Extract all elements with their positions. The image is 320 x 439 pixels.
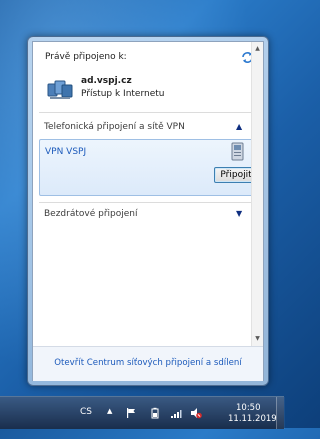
divider <box>39 112 251 113</box>
language-indicator[interactable]: CS <box>80 407 92 439</box>
network-flyout-panel: Právě připojeno k: ad.vspj.cz Přístup k … <box>32 41 264 381</box>
chevron-down-icon[interactable]: ▼ <box>236 209 242 218</box>
clock-time[interactable]: 10:50 <box>236 403 261 413</box>
chevron-up-icon[interactable]: ▲ <box>236 122 242 131</box>
network-status: Přístup k Internetu <box>81 89 165 99</box>
vpn-connection-label: VPN VSPJ <box>45 147 87 157</box>
network-name: ad.vspj.cz <box>81 76 132 86</box>
vpn-connection-icon <box>231 142 244 161</box>
action-center-flag-icon[interactable] <box>125 407 137 419</box>
show-desktop-button[interactable] <box>276 397 285 429</box>
network-signal-icon[interactable] <box>170 407 182 419</box>
scroll-up-icon[interactable]: ▲ <box>252 44 263 54</box>
battery-icon[interactable] <box>149 407 161 419</box>
group-header-wireless[interactable]: Bezdrátové připojení <box>44 209 138 219</box>
scroll-down-icon[interactable]: ▼ <box>252 334 263 344</box>
group-header-dialup-vpn[interactable]: Telefonická připojení a sítě VPN <box>44 122 185 132</box>
scrollbar[interactable]: ▲ ▼ <box>251 42 263 346</box>
open-network-center-link[interactable]: Otevřít Centrum síťových připojení a sdí… <box>33 358 263 368</box>
connected-to-label: Právě připojeno k: <box>45 52 127 62</box>
vpn-connection-item[interactable]: VPN VSPJ Připojit <box>39 139 258 196</box>
flyout-footer: Otevřít Centrum síťových připojení a sdí… <box>33 346 263 381</box>
show-hidden-icons-icon[interactable]: ▲ <box>107 407 112 439</box>
volume-muted-icon[interactable] <box>190 407 202 419</box>
divider <box>39 202 251 203</box>
domain-network-icon <box>47 80 73 99</box>
clock-date[interactable]: 11.11.2019 <box>228 414 277 424</box>
taskbar: CS ▲ 10:50 11.11.2019 <box>0 396 285 429</box>
